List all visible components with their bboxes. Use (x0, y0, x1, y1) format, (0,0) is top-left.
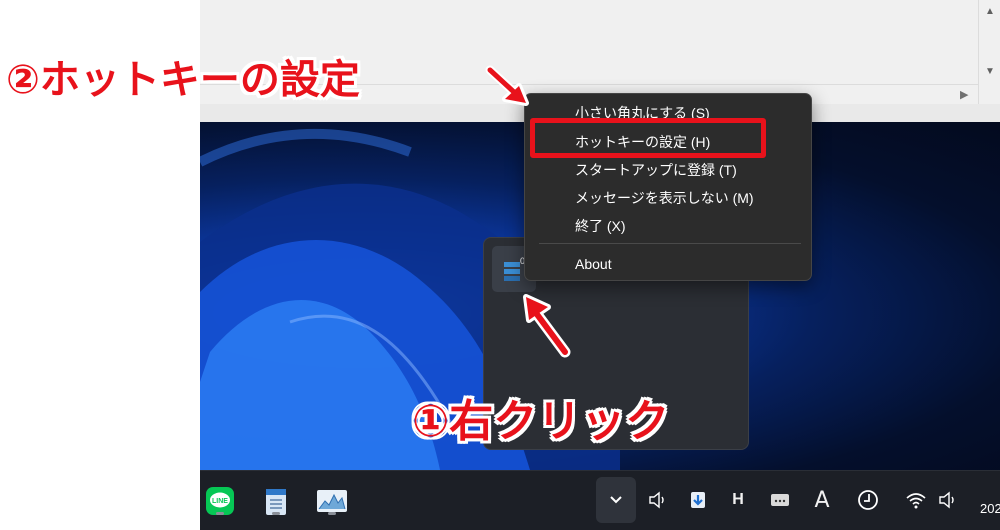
arrow-to-menu-icon (485, 65, 529, 106)
arrow-to-tray-icon (523, 294, 571, 358)
screenshot-stage: ▲ ▼ ▶ 0 小さい角丸にする (S) ホットキーの設定 (H) スタートアッ… (0, 0, 1000, 530)
annotation-step2-label: ②ホットキーの設定 (6, 58, 360, 102)
annotation-step1-label: ①右クリック (412, 397, 670, 446)
